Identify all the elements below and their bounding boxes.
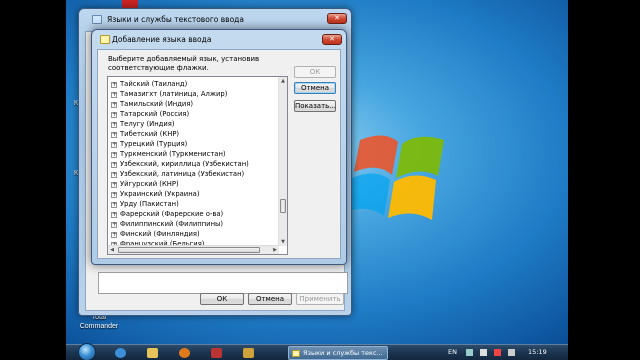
language-label: Финский (Финляндия) [120,230,200,238]
app-icon [243,348,254,358]
tray-icon[interactable] [466,349,473,356]
language-label: Украинский (Украина) [120,190,200,198]
language-item[interactable]: + Тибетский (КНР) [111,129,179,139]
taskbar-app[interactable] [110,346,132,360]
language-item[interactable]: + Украинский (Украина) [111,189,199,199]
keyboard-icon [292,350,300,357]
expand-plus-icon[interactable]: + [111,142,117,148]
taskbar-app[interactable] [174,346,196,360]
expand-plus-icon[interactable]: + [111,172,117,178]
language-label: Фарерский (Фарерские о-ва) [120,210,224,218]
windows-logo [346,135,444,220]
scroll-down-arrow-icon[interactable]: ▼ [279,238,287,246]
expand-plus-icon[interactable]: + [111,132,117,138]
tray-alert-icon[interactable] [494,349,501,356]
keyboard-icon [100,35,110,44]
expand-plus-icon[interactable]: + [111,192,117,198]
apply-button[interactable]: Применить [296,293,344,305]
hscroll-thumb[interactable] [118,247,260,253]
language-label: Турецкий (Турция) [120,140,188,148]
language-label: Уйгурский (КНР) [120,180,179,188]
language-label: Узбекский, латиница (Узбекистан) [120,170,245,178]
window-title: Языки и службы текстового ввода [107,15,244,24]
language-item[interactable]: + Тамазигхт (латиница, Алжир) [111,89,227,99]
language-item[interactable]: + Филиппинский (Филиппины) [111,219,223,229]
dialog-title: Добавление языка ввода [112,35,212,44]
language-label: Тибетский (КНР) [120,130,180,138]
dialog-cancel-button[interactable]: Отмена [294,82,336,94]
taskbar-app[interactable] [238,346,260,360]
add-input-language-dialog: Добавление языка ввода ✕ Выберите добавл… [91,29,347,265]
language-item[interactable]: + Уйгурский (КНР) [111,179,179,189]
scroll-left-arrow-icon[interactable]: ◀ [108,246,116,254]
preview-button[interactable]: Показать... [294,100,336,112]
ie-icon [115,348,126,358]
scroll-thumb[interactable] [280,198,286,213]
language-item[interactable]: + Туркменский (Туркменистан) [111,149,226,159]
network-icon[interactable] [480,349,487,356]
language-label: Урду (Пакистан) [120,200,179,208]
dialog-body: Выберите добавляемый язык, установив соо… [97,49,341,259]
expand-plus-icon[interactable]: + [111,82,117,88]
language-item[interactable]: + Турецкий (Турция) [111,139,187,149]
app-icon [211,348,222,358]
language-item[interactable]: + Урду (Пакистан) [111,199,179,209]
taskbar-task-label: Языки и службы текс... [303,349,383,357]
scroll-up-arrow-icon[interactable]: ▲ [279,77,287,85]
letterbox-left [0,0,66,360]
folder-icon [147,348,158,358]
language-item[interactable]: + Узбекский, латиница (Узбекистан) [111,169,244,179]
dialog-close-button[interactable]: ✕ [322,34,342,45]
language-label: Филиппинский (Филиппины) [120,220,224,228]
vertical-scrollbar[interactable]: ▲ ▼ [278,77,287,246]
taskbar-app[interactable] [206,346,228,360]
language-label: Татарский (Россия) [120,110,190,118]
expand-plus-icon[interactable]: + [111,202,117,208]
language-tree[interactable]: + Тайский (Таиланд) + Тамазигхт (латиница, … [107,76,288,255]
volume-icon[interactable] [508,349,515,356]
language-item[interactable]: + Телугу (Индия) [111,119,175,129]
expand-plus-icon[interactable]: + [111,152,117,158]
taskbar-app[interactable] [142,346,164,360]
language-label: Узбекский, кириллица (Узбекистан) [120,160,249,168]
expand-plus-icon[interactable]: + [111,162,117,168]
language-item[interactable]: + Узбекский, кириллица (Узбекистан) [111,159,249,169]
clock[interactable]: 15:19 [528,348,547,356]
language-label: Туркменский (Туркменистан) [120,150,226,158]
media-player-icon [179,348,190,358]
taskbar: Языки и службы текс... EN 15:19 [66,343,568,360]
expand-plus-icon[interactable]: + [111,102,117,108]
instruction-text: Выберите добавляемый язык, установив соо… [108,55,260,72]
description-box [98,272,348,294]
expand-plus-icon[interactable]: + [111,232,117,238]
expand-plus-icon[interactable]: + [111,92,117,98]
cancel-button[interactable]: Отмена [248,293,292,305]
language-label: Тамильский (Индия) [120,100,194,108]
dialog-ok-button[interactable]: ОК [294,66,336,78]
expand-plus-icon[interactable]: + [111,122,117,128]
expand-plus-icon[interactable]: + [111,212,117,218]
language-item[interactable]: + Фарерский (Фарерские о-ва) [111,209,223,219]
language-indicator[interactable]: EN [448,348,457,356]
close-button[interactable]: ✕ [327,13,347,24]
language-item[interactable]: + Тамильский (Индия) [111,99,193,109]
start-button[interactable] [78,343,96,360]
expand-plus-icon[interactable]: + [111,182,117,188]
letterbox-right [568,0,640,360]
expand-plus-icon[interactable]: + [111,222,117,228]
language-item[interactable]: + Тайский (Таиланд) [111,79,187,89]
keyboard-icon [92,15,102,24]
horizontal-scrollbar[interactable]: ◀ ▶ [108,245,279,254]
language-item[interactable]: + Татарский (Россия) [111,109,189,119]
language-item[interactable]: + Финский (Финляндия) [111,229,200,239]
taskbar-task-text-services[interactable]: Языки и службы текс... [288,346,388,360]
ok-button[interactable]: ОК [200,293,244,305]
language-label: Тамазигхт (латиница, Алжир) [120,90,228,98]
language-label: Тайский (Таиланд) [120,80,188,88]
scroll-right-arrow-icon[interactable]: ▶ [271,246,279,254]
expand-plus-icon[interactable]: + [111,112,117,118]
language-label: Телугу (Индия) [120,120,175,128]
